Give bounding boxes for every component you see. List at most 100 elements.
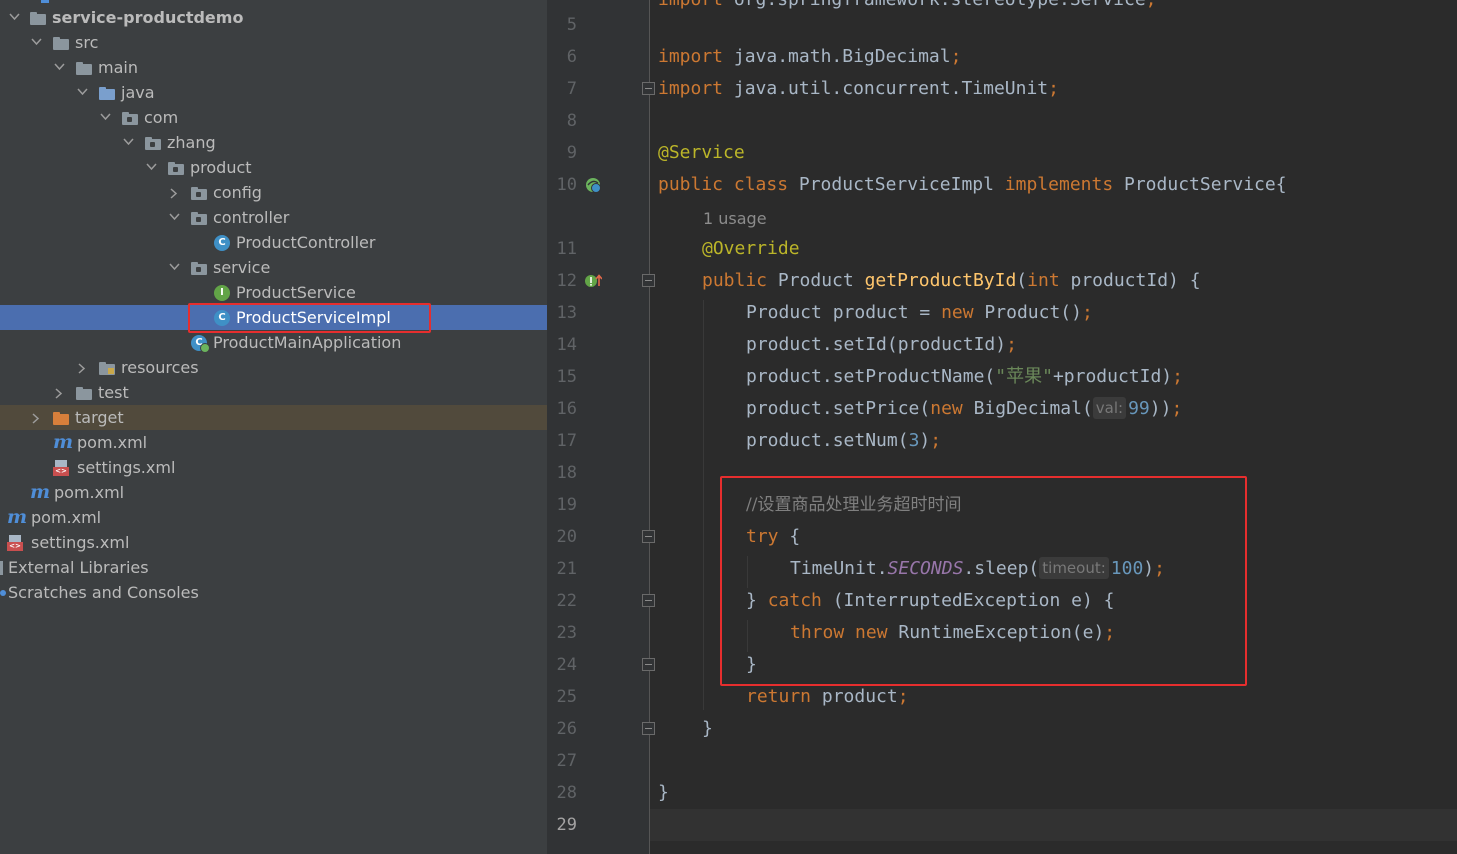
resources-folder-icon — [99, 362, 115, 375]
chevron-right-icon[interactable] — [168, 180, 180, 205]
tree-item-product[interactable]: product — [0, 155, 547, 180]
chevron-down-icon[interactable] — [30, 30, 42, 55]
tree-item-productcontroller[interactable]: C ProductController — [0, 230, 547, 255]
tree-item-scratches-and-consoles[interactable]: Scratches and Consoles — [0, 580, 547, 605]
chevron-down-icon[interactable] — [99, 105, 111, 130]
line-number: 21 — [556, 559, 577, 579]
tree-item-external-libraries[interactable]: External Libraries — [0, 555, 547, 580]
scratch-icon — [0, 590, 6, 596]
chevron-down-icon[interactable] — [168, 255, 180, 280]
code-text: product.setNum( — [746, 430, 909, 451]
chevron-down-icon[interactable] — [76, 80, 88, 105]
semicolon: ; — [1006, 334, 1017, 355]
fold-marker[interactable] — [642, 658, 655, 671]
code-text: )) — [1149, 398, 1172, 419]
tree-item-productmainapplication[interactable]: C ProductMainApplication — [0, 330, 547, 355]
project-tree-panel: service-productdemo src main java com zhang pr… — [0, 0, 547, 854]
code-text: product — [811, 686, 898, 707]
tree-item-test[interactable]: test — [0, 380, 547, 405]
code-line-26: } — [702, 713, 713, 745]
chevron-down-icon[interactable] — [8, 5, 20, 30]
code-text: ProductService{ — [1113, 174, 1287, 195]
semicolon: ; — [930, 430, 942, 451]
tree-item-src[interactable]: src — [0, 30, 547, 55]
code-text: product.setId(productId) — [746, 334, 1007, 355]
chevron-right-icon[interactable] — [30, 405, 42, 430]
kw: public — [702, 270, 768, 291]
interface-icon: I — [214, 285, 230, 301]
annotation: @Service — [658, 142, 745, 163]
spring-bean-icon[interactable] — [584, 176, 602, 194]
xml-icon: <> — [7, 535, 23, 551]
chevron-down-icon[interactable] — [168, 205, 180, 230]
code-line-7: import java.util.concurrent.TimeUnit; — [658, 73, 1059, 105]
tree-item-com[interactable]: com — [0, 105, 547, 130]
fold-marker[interactable] — [642, 530, 655, 543]
code-text: Product product = — [746, 302, 942, 323]
fold-marker[interactable] — [642, 82, 655, 95]
tree-item-service-productdemo[interactable]: service-productdemo — [0, 5, 547, 30]
chevron-down-icon[interactable] — [145, 155, 157, 180]
usage-hint[interactable]: 1 usage — [703, 203, 767, 235]
line-number: 23 — [556, 623, 577, 643]
tree-item-label: controller — [213, 208, 290, 227]
string-literal: "苹果" — [995, 366, 1053, 387]
code-line-9: @Service — [658, 137, 745, 169]
code-text: +productId) — [1052, 366, 1173, 387]
tree-item-zhang[interactable]: zhang — [0, 130, 547, 155]
line-number: 17 — [556, 431, 577, 451]
line-number: 13 — [556, 303, 577, 323]
tree-item-label: src — [75, 33, 99, 52]
tree-item-label: config — [213, 183, 262, 202]
tree-item-settings-xml[interactable]: <> settings.xml — [0, 530, 547, 555]
chevron-down-icon[interactable] — [122, 130, 134, 155]
tree-item-label: settings.xml — [31, 533, 130, 552]
tree-item-label: main — [98, 58, 138, 77]
chevron-right-icon[interactable] — [53, 380, 65, 405]
tree-item-pom-xml[interactable]: m pom.xml — [0, 480, 547, 505]
tree-item-java[interactable]: java — [0, 80, 547, 105]
module-folder-icon — [30, 12, 46, 25]
line-number: 12 — [556, 271, 577, 291]
code-line-10: public class ProductServiceImpl implemen… — [658, 169, 1287, 201]
current-line-highlight — [650, 809, 1457, 841]
semicolon: ; — [1048, 78, 1059, 99]
tree-item-target[interactable]: target — [0, 405, 547, 430]
chevron-down-icon[interactable] — [53, 55, 65, 80]
kw: return — [746, 686, 812, 707]
semicolon: ; — [1081, 302, 1093, 323]
tree-item-config[interactable]: config — [0, 180, 547, 205]
implements-method-icon[interactable] — [584, 272, 602, 290]
param-hint: val: — [1092, 397, 1127, 419]
library-icon — [0, 561, 3, 575]
tree-highlight-box — [188, 303, 431, 333]
code-line-6: import java.math.BigDecimal; — [658, 41, 961, 73]
fold-marker[interactable] — [642, 274, 655, 287]
tree-item-main[interactable]: main — [0, 55, 547, 80]
tree-item-label: service — [213, 258, 271, 277]
tree-item-label: pom.xml — [31, 508, 102, 527]
kw: public class — [658, 174, 789, 195]
tree-item-resources[interactable]: resources — [0, 355, 547, 380]
tree-item-label: ProductController — [236, 233, 376, 252]
line-number: 28 — [556, 783, 577, 803]
tree-item-pom-xml[interactable]: m pom.xml — [0, 430, 547, 455]
tree-item-label: External Libraries — [8, 558, 149, 577]
fold-marker[interactable] — [642, 722, 655, 735]
tree-item-productservice[interactable]: I ProductService — [0, 280, 547, 305]
chevron-right-icon[interactable] — [76, 355, 88, 380]
tree-item-label: resources — [121, 358, 199, 377]
kw: int — [1027, 270, 1060, 291]
tree-item-controller[interactable]: controller — [0, 205, 547, 230]
line-number: 25 — [556, 687, 577, 707]
code-line-12: public Product getProductById(int produc… — [702, 265, 1201, 297]
number-literal: 3 — [908, 430, 920, 451]
package-icon — [122, 112, 138, 125]
fold-marker[interactable] — [642, 594, 655, 607]
tree-item-service[interactable]: service — [0, 255, 547, 280]
maven-icon: m — [53, 431, 74, 453]
class-icon: C — [214, 235, 230, 251]
tree-item-label: ProductMainApplication — [213, 333, 402, 352]
tree-item-pom-xml[interactable]: m pom.xml — [0, 505, 547, 530]
tree-item-settings-xml[interactable]: <> settings.xml — [0, 455, 547, 480]
